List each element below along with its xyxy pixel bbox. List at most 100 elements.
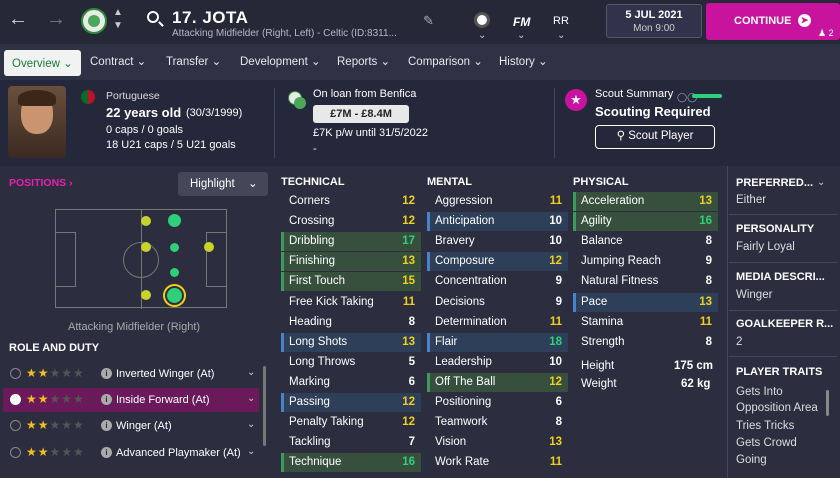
- tab-label: Reports: [337, 56, 378, 68]
- position-dot[interactable]: [141, 242, 151, 252]
- rr-menu-button[interactable]: RR: [553, 15, 569, 27]
- mental-heading: MENTAL: [427, 176, 473, 188]
- attribute-row[interactable]: Heading 8: [281, 313, 421, 332]
- back-arrow-icon[interactable]: ←: [8, 8, 28, 31]
- attribute-row[interactable]: Agility 16: [573, 212, 718, 232]
- tab-label: Overview: [12, 58, 60, 70]
- attribute-row[interactable]: Bravery 10: [427, 232, 568, 251]
- forward-arrow-icon[interactable]: →: [46, 8, 66, 31]
- info-icon[interactable]: i: [101, 368, 112, 379]
- attribute-row[interactable]: Natural Fitness 8: [573, 272, 718, 291]
- attribute-row[interactable]: Teamwork 8: [427, 413, 568, 432]
- attribute-row[interactable]: Dribbling 17: [281, 232, 421, 252]
- highlight-dropdown[interactable]: Highlight ⌄: [178, 172, 268, 196]
- attribute-row[interactable]: Vision 13: [427, 433, 568, 452]
- attribute-row[interactable]: Finishing 13: [281, 252, 421, 272]
- date-display[interactable]: 5 JUL 2021 Mon 9:00: [606, 4, 702, 38]
- chevron-down-icon[interactable]: ⌄: [247, 393, 255, 404]
- attribute-value: 12: [402, 195, 415, 207]
- position-dot[interactable]: [170, 243, 179, 252]
- attribute-name: Concentration: [435, 275, 507, 288]
- radio-button[interactable]: [10, 394, 21, 405]
- attribute-row[interactable]: Flair 18: [427, 332, 568, 352]
- role-row[interactable]: ★★★★★ i Inverted Winger (At) ⌄: [3, 362, 259, 386]
- info-icon[interactable]: i: [101, 420, 112, 431]
- attribute-row[interactable]: Concentration 9: [427, 272, 568, 291]
- info-icon[interactable]: i: [101, 394, 112, 405]
- attribute-row[interactable]: Aggression 11: [427, 192, 568, 211]
- scrollbar[interactable]: [263, 366, 266, 446]
- chevron-down-icon[interactable]: ⌄: [517, 30, 525, 41]
- position-dot-left-am[interactable]: [168, 214, 181, 227]
- attribute-row[interactable]: Off The Ball 12: [427, 372, 568, 392]
- attribute-row[interactable]: Determination 11: [427, 313, 568, 332]
- chevron-down-icon[interactable]: ⌄: [247, 367, 255, 378]
- attribute-row[interactable]: Long Throws 5: [281, 353, 421, 372]
- attribute-row[interactable]: Pace 13: [573, 292, 718, 312]
- position-dot[interactable]: [141, 216, 151, 226]
- attribute-row[interactable]: Tackling 7: [281, 433, 421, 452]
- search-icon[interactable]: [147, 11, 159, 23]
- info-icon[interactable]: i: [101, 447, 112, 458]
- tab-development[interactable]: Development ⌄: [240, 54, 321, 68]
- attribute-row[interactable]: Anticipation 10: [427, 212, 568, 232]
- attribute-row[interactable]: Composure 12: [427, 252, 568, 272]
- positions-link[interactable]: POSITIONS ›: [9, 177, 73, 189]
- attribute-row[interactable]: Strength 8: [573, 333, 718, 352]
- attribute-row[interactable]: Stamina 11: [573, 313, 718, 332]
- tab-overview[interactable]: Overview ⌄: [4, 50, 81, 76]
- player-switch-chevrons-icon[interactable]: ▲ ▼: [113, 6, 123, 32]
- attribute-row[interactable]: Acceleration 13: [573, 192, 718, 211]
- football-icon[interactable]: [474, 12, 490, 28]
- position-dot-right-am-selected[interactable]: [165, 286, 184, 305]
- trait-line: Tries Tricks: [736, 420, 795, 432]
- radio-button[interactable]: [10, 420, 21, 431]
- attribute-row[interactable]: Marking 6: [281, 373, 421, 392]
- attribute-row[interactable]: First Touch 15: [281, 272, 421, 292]
- role-row[interactable]: ★★★★★ i Winger (At) ⌄: [3, 414, 259, 438]
- attribute-row[interactable]: Corners 12: [281, 192, 421, 211]
- club-crest-icon[interactable]: [81, 8, 107, 34]
- chevron-down-icon[interactable]: ⌄: [247, 446, 255, 457]
- attribute-row[interactable]: Jumping Reach 9: [573, 252, 718, 271]
- chevron-down-icon[interactable]: ⌄: [817, 177, 825, 188]
- chevron-down-icon[interactable]: ⌄: [557, 30, 565, 41]
- attribute-row[interactable]: Crossing 12: [281, 212, 421, 231]
- edit-pencil-icon[interactable]: ✎: [423, 13, 434, 29]
- position-dot[interactable]: [170, 268, 179, 277]
- media-description-value: Winger: [736, 289, 773, 301]
- tab-transfer[interactable]: Transfer ⌄: [166, 54, 221, 68]
- attribute-value: 11: [549, 195, 562, 207]
- tab-contract[interactable]: Contract ⌄: [90, 54, 146, 68]
- attribute-row[interactable]: Decisions 9: [427, 293, 568, 312]
- attribute-value: 16: [402, 456, 415, 469]
- player-photo: [8, 86, 66, 158]
- role-row-selected[interactable]: ★★★★★ i Inside Forward (At) ⌄: [3, 388, 259, 412]
- chevron-down-icon[interactable]: ⌄: [478, 30, 486, 41]
- personality-heading: PERSONALITY: [736, 223, 815, 235]
- role-row[interactable]: ★★★★★ i Advanced Playmaker (At) ⌄: [3, 441, 259, 465]
- tab-history[interactable]: History ⌄: [499, 54, 548, 68]
- attribute-row[interactable]: Penalty Taking 12: [281, 413, 421, 432]
- fm-menu-button[interactable]: FM: [513, 15, 530, 29]
- radio-button[interactable]: [10, 447, 21, 458]
- scout-player-button[interactable]: ⚲ Scout Player: [595, 125, 715, 149]
- attribute-row[interactable]: Technique 16: [281, 453, 421, 473]
- attribute-row[interactable]: Positioning 6: [427, 393, 568, 412]
- attribute-row[interactable]: Free Kick Taking 11: [281, 293, 421, 312]
- tab-reports[interactable]: Reports ⌄: [337, 54, 390, 68]
- scrollbar[interactable]: [826, 390, 829, 416]
- attribute-row[interactable]: Long Shots 13: [281, 332, 421, 352]
- divider: [729, 310, 837, 311]
- tab-comparison[interactable]: Comparison ⌄: [408, 54, 483, 68]
- attribute-name: Long Shots: [289, 335, 348, 348]
- attribute-row[interactable]: Leadership 10: [427, 353, 568, 372]
- position-dot[interactable]: [141, 290, 151, 300]
- chevron-down-icon[interactable]: ⌄: [247, 419, 255, 430]
- radio-button[interactable]: [10, 368, 21, 379]
- attribute-row[interactable]: Work Rate 11: [427, 453, 568, 472]
- attribute-row[interactable]: Passing 12: [281, 393, 421, 412]
- position-dot[interactable]: [204, 242, 214, 252]
- attribute-value: 13: [402, 335, 415, 348]
- attribute-row[interactable]: Balance 8: [573, 232, 718, 251]
